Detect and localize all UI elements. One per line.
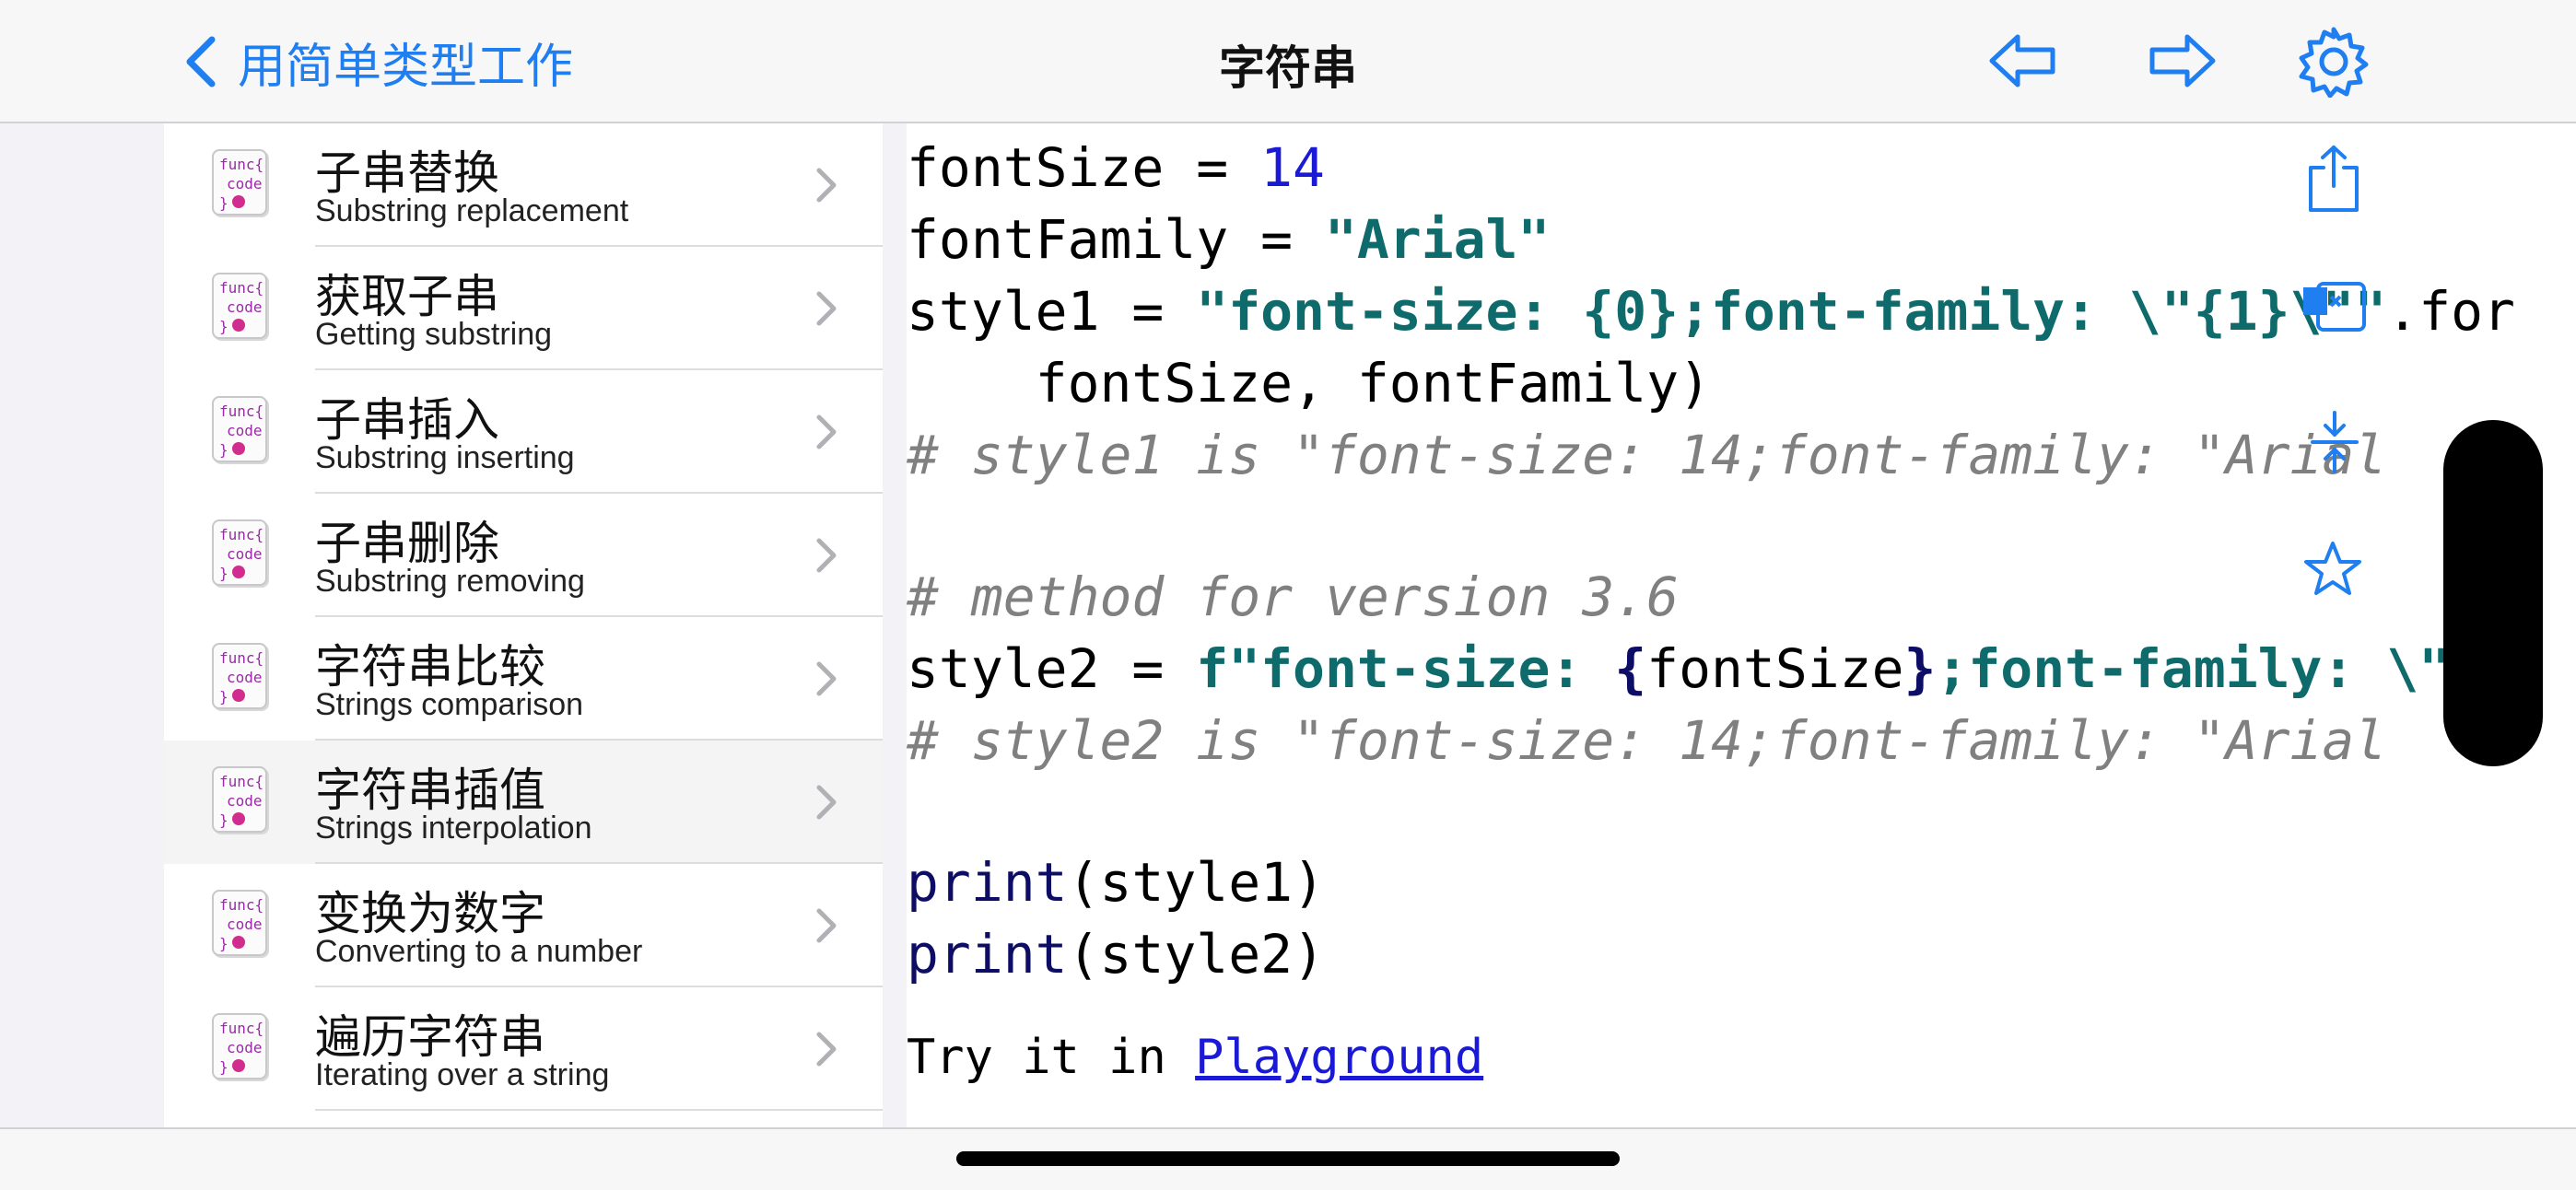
list-item-selected[interactable]: func{code} 字符串插值 Strings interpolation [164,741,883,864]
arrow-left-icon [1989,34,2055,88]
settings-button[interactable] [2298,26,2370,98]
code-line: print(style1) [907,851,1325,914]
navigation-bar: 用简单类型工作 字符串 [0,0,2576,123]
chevron-right-icon [816,291,837,326]
func-code-icon: func{code} [212,1013,267,1079]
func-code-icon: func{code} [212,149,267,216]
func-code-icon: func{code} [212,643,267,709]
back-button[interactable]: 用简单类型工作 [181,26,573,98]
func-code-icon: func{code} [212,396,267,462]
chevron-right-icon [816,1032,837,1067]
star-icon [2304,542,2361,595]
code-line: fontSize, fontFamily) [907,352,1711,414]
code-line: style1 = "font-size: {0};font-family: \"… [907,280,2515,343]
list-item[interactable]: func{code} 变换为数字 Converting to a number [164,864,883,987]
list-item-subtitle: Substring inserting [315,440,575,475]
topic-list: func{code} 子串替换 Substring replacement fu… [164,123,883,1127]
try-it-text: Try it in Playground [907,1030,1484,1085]
code-line: fontFamily = "Arial" [907,208,1551,271]
code-comment: # style1 is "font-size: 14;font-family: … [907,424,2387,486]
code-view: fontSize = 14 fontFamily = "Arial" style… [907,123,2576,1127]
code-line: fontSize = 14 [907,136,1325,199]
chevron-right-icon [816,168,837,203]
favorite-button[interactable] [2303,540,2362,599]
list-item-subtitle: Substring replacement [315,193,629,228]
list-item-subtitle: Strings interpolation [315,811,592,846]
chevron-right-icon [816,661,837,696]
list-item-subtitle: Strings comparison [315,687,584,722]
list-item[interactable]: func{code} 子串删除 Substring removing [164,494,883,617]
code-line: style2 = f"font-size: {fontSize};font-fa… [907,637,2515,700]
chevron-right-icon [816,414,837,449]
list-item-subtitle: Substring removing [315,564,585,599]
arrow-left-button[interactable] [1988,31,2058,90]
func-code-icon: func{code} [212,273,267,339]
list-item[interactable]: func{code} 子串插入 Substring inserting [164,370,883,494]
func-code-icon: func{code} [212,890,267,956]
collapse-button[interactable] [2307,409,2362,475]
share-button[interactable] [2305,144,2362,214]
chevron-right-icon [816,785,837,820]
list-item[interactable]: func{code} 获取子串 Getting substring [164,247,883,370]
list-item-subtitle: Getting substring [315,317,553,352]
func-code-icon: func{code} [212,766,267,833]
arrow-right-icon [2149,34,2216,88]
list-item-subtitle: Converting to a number [315,934,643,969]
home-indicator[interactable] [956,1151,1620,1166]
list-item[interactable]: func{code} 字符串比较 Strings comparison [164,617,883,741]
collapse-icon [2311,411,2359,473]
redaction-block [2443,420,2543,766]
page-title: 字符串 [1219,42,1357,94]
chevron-right-icon [816,908,837,943]
code-comment: # style2 is "font-size: 14;font-family: … [907,709,2387,772]
list-item[interactable]: func{code} 子串替换 Substring replacement [164,123,883,247]
code-comment: # method for version 3.6 [907,566,1680,628]
chevron-left-icon [186,36,216,88]
func-code-icon: func{code} [212,519,267,586]
arrow-right-button[interactable] [2147,31,2217,90]
code-line: print(style2) [907,923,1325,986]
gear-icon [2299,27,2369,98]
share-icon [2309,146,2359,212]
list-item-subtitle: Iterating over a string [315,1057,610,1092]
copy-icon [2303,282,2366,332]
chevron-right-icon [816,538,837,573]
list-item[interactable]: func{code} 遍历字符串 Iterating over a string [164,987,883,1111]
copy-button[interactable] [2298,276,2371,341]
playground-link[interactable]: Playground [1195,1030,1483,1085]
back-label: 用简单类型工作 [238,40,574,94]
